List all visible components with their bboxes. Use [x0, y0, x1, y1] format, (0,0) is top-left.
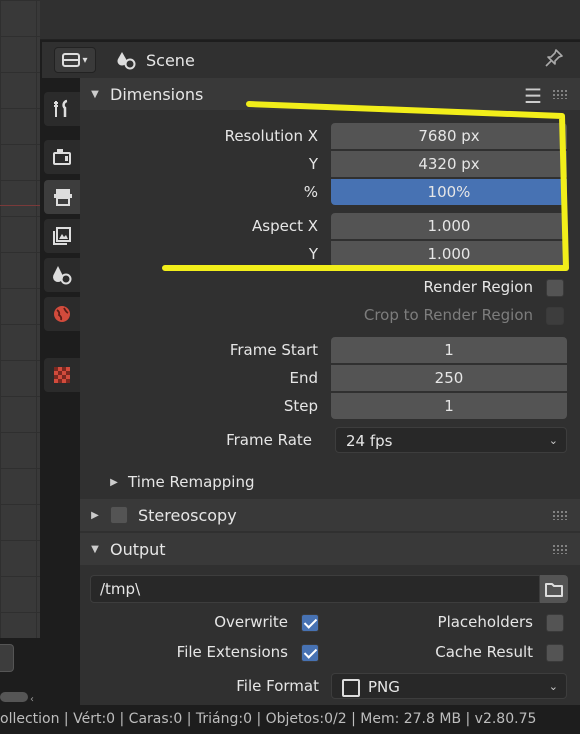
presets-list-icon[interactable]: ☰ [524, 84, 542, 108]
time-remapping-label: Time Remapping [128, 473, 255, 491]
frame-step-field[interactable]: 1 [331, 393, 567, 419]
status-bar: ollection | Vért:0 | Caras:0 | Triáng:0 … [0, 705, 580, 734]
aspect-y-label: Y [308, 245, 318, 263]
render-region-label: Render Region [423, 278, 533, 296]
folder-icon [545, 583, 563, 597]
frame-rate-dropdown[interactable]: 24 fps ⌄ [335, 427, 567, 453]
frame-start-row: Frame Start 1 [80, 336, 580, 364]
tab-render[interactable] [44, 140, 80, 174]
frame-rate-label: Frame Rate [226, 431, 312, 449]
crop-region-checkbox[interactable] [546, 307, 564, 325]
viewport-strip[interactable] [0, 0, 40, 705]
tab-view-layer[interactable] [44, 219, 80, 253]
chevron-down-icon: ⌄ [548, 434, 558, 447]
viewport-arrow-icon[interactable]: ‹ [30, 694, 34, 705]
resolution-y-field[interactable]: 4320 px [331, 151, 567, 177]
drag-grip-icon[interactable] [552, 544, 568, 554]
browse-folder-button[interactable] [540, 575, 568, 603]
properties-tab-bar [42, 78, 82, 705]
texture-icon [54, 367, 70, 383]
tab-world[interactable] [44, 297, 80, 331]
drag-grip-icon[interactable] [552, 510, 568, 520]
file-format-label: File Format [236, 677, 319, 695]
editor-type-button[interactable]: ▾ [54, 47, 96, 73]
tab-output[interactable] [44, 180, 82, 214]
scene-icon [116, 50, 136, 70]
resolution-percent-row: % 100% [80, 178, 580, 206]
frame-rate-value: 24 fps [346, 432, 393, 450]
viewport-scrollbar[interactable] [0, 692, 28, 702]
expand-triangle-icon: ▼ [91, 88, 99, 100]
frame-step-label: Step [283, 397, 318, 415]
properties-content: ▼ Dimensions ☰ Resolution X 7680 px Y 43… [80, 78, 580, 705]
overwrite-checkbox[interactable] [301, 614, 319, 632]
properties-header: ▾ Scene [42, 42, 580, 78]
drag-grip-icon[interactable] [552, 89, 568, 99]
expand-triangle-icon: ▼ [91, 543, 99, 555]
placeholders-label: Placeholders [437, 613, 533, 631]
top-editor-header [40, 0, 580, 40]
resolution-x-row: Resolution X 7680 px [80, 122, 580, 150]
frame-end-field[interactable]: 250 [331, 365, 567, 391]
time-remapping-subpanel-header[interactable]: ▶ Time Remapping [80, 468, 580, 496]
properties-editor-icon [62, 53, 81, 67]
crop-region-label: Crop to Render Region [363, 306, 533, 324]
chevron-down-icon: ⌄ [548, 680, 558, 693]
viewport-axis-line [0, 205, 40, 206]
tab-tool[interactable] [44, 92, 80, 126]
scene-label: Scene [146, 50, 195, 70]
file-format-dropdown[interactable]: PNG ⌄ [331, 673, 567, 699]
dimensions-panel-header[interactable]: ▼ Dimensions ☰ [80, 78, 580, 110]
resolution-percent-slider[interactable]: 100% [331, 179, 567, 205]
cache-result-checkbox[interactable] [546, 644, 564, 662]
dimensions-title: Dimensions [110, 84, 204, 104]
image-icon [342, 678, 360, 697]
scene-icon [53, 266, 72, 285]
stereoscopy-title: Stereoscopy [138, 505, 237, 525]
collapse-triangle-icon: ▶ [91, 509, 99, 521]
render-region-checkbox[interactable] [546, 279, 564, 297]
chevron-down-icon: ▾ [82, 54, 88, 66]
resolution-x-label: Resolution X [224, 127, 318, 145]
aspect-x-label: Aspect X [252, 217, 318, 235]
file-format-value: PNG [368, 678, 400, 696]
stereoscopy-checkbox[interactable] [110, 506, 128, 524]
frame-start-field[interactable]: 1 [331, 337, 567, 363]
aspect-x-row: Aspect X 1.000 [80, 212, 580, 240]
tab-texture[interactable] [44, 358, 80, 392]
viewport-widget[interactable] [0, 644, 14, 672]
frame-end-row: End 250 [80, 364, 580, 392]
render-icon [53, 149, 71, 165]
resolution-y-row: Y 4320 px [80, 150, 580, 178]
tab-scene[interactable] [44, 258, 80, 292]
aspect-y-row: Y 1.000 [80, 240, 580, 268]
aspect-y-field[interactable]: 1.000 [331, 241, 567, 267]
resolution-x-field[interactable]: 7680 px [331, 123, 567, 149]
world-icon [54, 306, 70, 322]
frame-start-label: Frame Start [229, 341, 318, 359]
resolution-percent-label: % [303, 183, 318, 201]
frame-step-row: Step 1 [80, 392, 580, 420]
output-path-input[interactable]: /tmp\ [90, 575, 540, 603]
file-format-row: File Format PNG ⌄ [80, 672, 580, 700]
placeholders-checkbox[interactable] [546, 614, 564, 632]
output-panel-header[interactable]: ▼ Output [80, 533, 580, 565]
file-extensions-checkbox[interactable] [301, 644, 319, 662]
file-extensions-label: File Extensions [176, 643, 288, 661]
cache-result-label: Cache Result [435, 643, 533, 661]
resolution-y-label: Y [308, 155, 318, 173]
stereoscopy-panel-header[interactable]: ▶ Stereoscopy [80, 499, 580, 531]
tool-icon [54, 99, 68, 117]
pin-icon[interactable] [544, 48, 564, 73]
overwrite-label: Overwrite [214, 613, 288, 631]
collapse-triangle-icon: ▶ [110, 476, 118, 488]
view-layer-icon [53, 227, 71, 245]
output-title: Output [110, 539, 166, 559]
frame-rate-row: Frame Rate 24 fps ⌄ [80, 426, 580, 454]
output-icon [54, 189, 72, 206]
aspect-x-field[interactable]: 1.000 [331, 213, 567, 239]
frame-end-label: End [289, 369, 318, 387]
